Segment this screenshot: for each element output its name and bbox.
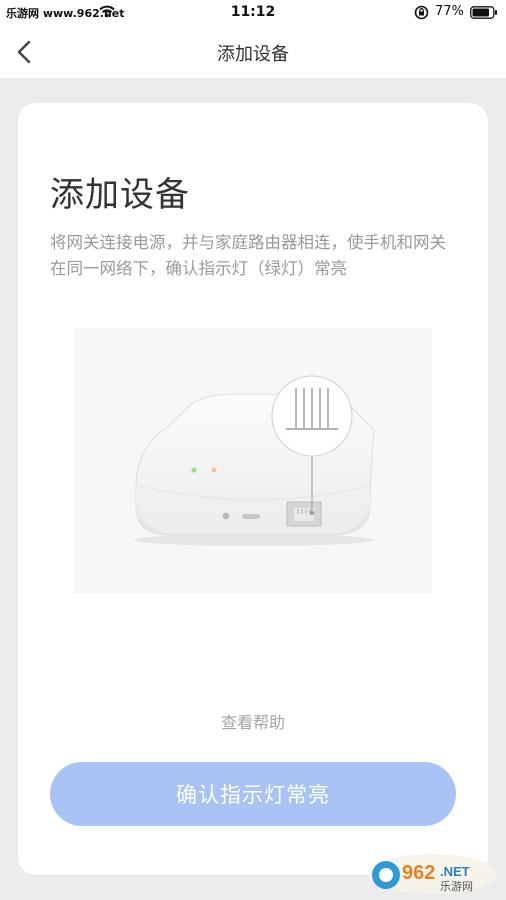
svg-text:.NET: .NET — [440, 864, 470, 879]
status-time: 11:12 — [230, 4, 276, 20]
green-led-indicator — [191, 467, 197, 473]
status-bar: 乐游网 www.962.net 11:12 77% — [0, 0, 506, 26]
svg-text:乐游网: 乐游网 — [440, 880, 473, 893]
rotation-lock-icon — [414, 5, 429, 20]
instruction-text: 将网关连接电源，并与家庭路由器相连，使手机和网关在同一网络下，确认指示灯（绿灯）… — [50, 233, 446, 278]
gateway-illustration — [74, 328, 432, 594]
nav-title: 添加设备 — [217, 44, 289, 65]
page-title: 添加设备 — [50, 175, 190, 215]
battery-icon — [470, 6, 497, 19]
view-help-link[interactable]: 查看帮助 — [18, 709, 488, 733]
confirm-indicator-button[interactable]: 确认指示灯常亮 — [50, 762, 456, 826]
watermark-logo: 962 .NET 乐游网 — [366, 852, 500, 896]
gateway-device-image — [134, 375, 375, 546]
navigation-bar: 添加设备 — [0, 26, 506, 78]
svg-text:962: 962 — [402, 862, 435, 884]
orange-led-indicator — [211, 467, 217, 473]
add-device-card: 添加设备 将网关连接电源，并与家庭路由器相连，使手机和网关在同一网络下，确认指示… — [18, 103, 488, 875]
battery-percentage: 77% — [435, 4, 464, 19]
